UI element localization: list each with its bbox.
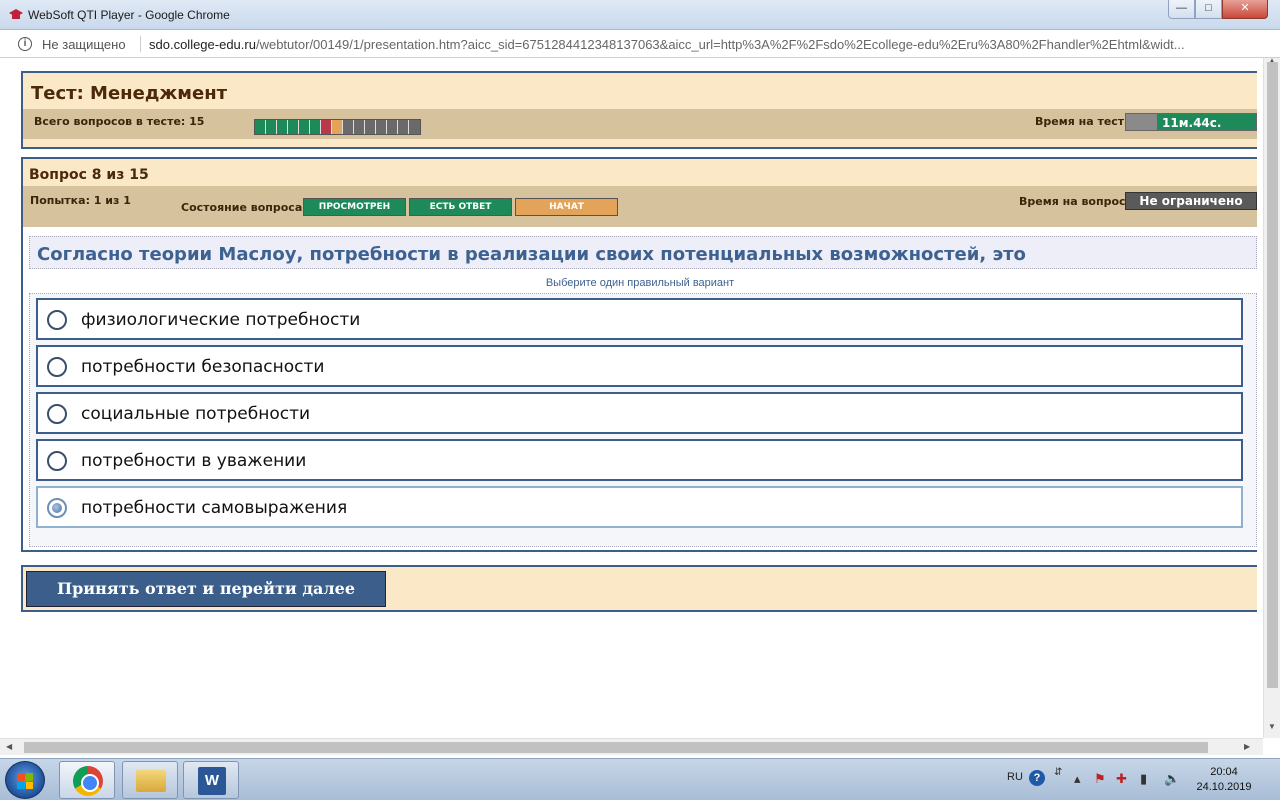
answer-hint: Выберите один правильный вариант bbox=[545, 277, 735, 289]
answer-option-1[interactable]: физиологические потребности bbox=[36, 298, 1243, 340]
answer-options: физиологические потребности потребности … bbox=[29, 293, 1257, 547]
scroll-down-icon[interactable]: ▼ bbox=[1268, 722, 1276, 731]
windows-logo-icon bbox=[17, 773, 33, 789]
window-titlebar[interactable]: WebSoft QTI Player - Google Chrome — □ ✕ bbox=[0, 0, 1280, 30]
signal-icon[interactable]: ▮ bbox=[1140, 771, 1147, 787]
url-path: /webtutor/00149/1/presentation.htm?aicc_… bbox=[255, 37, 1185, 52]
answer-option-3[interactable]: социальные потребности bbox=[36, 392, 1243, 434]
vertical-scroll-thumb[interactable] bbox=[1267, 62, 1278, 688]
taskbar-chrome[interactable] bbox=[59, 761, 115, 799]
close-button[interactable]: ✕ bbox=[1222, 0, 1268, 19]
progress-cell-10 bbox=[354, 120, 365, 134]
progress-cell-9 bbox=[343, 120, 354, 134]
test-header-panel: Тест: Менеджмент Всего вопросов в тесте:… bbox=[21, 71, 1257, 149]
radio-button[interactable] bbox=[47, 451, 67, 471]
security-status[interactable]: Не защищено bbox=[42, 37, 126, 52]
progress-cell-8 bbox=[332, 120, 343, 134]
start-button[interactable] bbox=[5, 761, 45, 799]
scroll-left-icon[interactable]: ◀ bbox=[6, 742, 12, 751]
answer-option-label: физиологические потребности bbox=[81, 310, 361, 330]
radio-button[interactable] bbox=[47, 404, 67, 424]
url-host: sdo.college-edu.ru bbox=[149, 37, 256, 52]
minimize-button[interactable]: — bbox=[1168, 0, 1195, 19]
volume-icon[interactable]: 🔈 bbox=[1164, 771, 1180, 787]
total-questions-label: Всего вопросов в тесте: 15 bbox=[34, 115, 205, 128]
horizontal-scroll-thumb[interactable] bbox=[24, 742, 1208, 753]
question-progress-map bbox=[254, 119, 421, 135]
progress-cell-2 bbox=[266, 120, 277, 134]
progress-cell-7 bbox=[321, 120, 332, 134]
attempt-label: Попытка: 1 из 1 bbox=[30, 194, 131, 207]
progress-cell-6 bbox=[310, 120, 321, 134]
scroll-right-icon[interactable]: ▶ bbox=[1244, 742, 1250, 751]
show-hidden-icons-icon[interactable]: ▴ bbox=[1074, 771, 1081, 787]
clock-date: 24.10.2019 bbox=[1196, 781, 1252, 793]
radio-button[interactable] bbox=[47, 310, 67, 330]
progress-cell-3 bbox=[277, 120, 288, 134]
answer-option-label: потребности безопасности bbox=[81, 357, 325, 377]
security-icon[interactable]: ✚ bbox=[1116, 771, 1127, 787]
tray-expand-icon[interactable]: ⇵ bbox=[1054, 767, 1062, 778]
test-title: Тест: Менеджмент bbox=[31, 83, 228, 104]
question-text: Согласно теории Маслоу, потребности в ре… bbox=[37, 244, 1026, 265]
progress-cell-4 bbox=[288, 120, 299, 134]
submit-answer-button[interactable]: Принять ответ и перейти далее bbox=[26, 571, 386, 607]
graduation-cap-icon bbox=[9, 9, 23, 19]
address-divider bbox=[140, 36, 141, 52]
test-time-label: Время на тест: bbox=[1035, 115, 1129, 128]
state-viewed-badge: ПРОСМОТРЕН bbox=[303, 198, 406, 216]
progress-cell-15 bbox=[409, 120, 420, 134]
question-header: Вопрос 8 из 15 bbox=[23, 159, 1257, 186]
chrome-icon bbox=[73, 766, 103, 796]
progress-cell-11 bbox=[365, 120, 376, 134]
network-warning-icon[interactable]: ⚑ bbox=[1094, 771, 1106, 787]
help-icon[interactable]: ? bbox=[1029, 770, 1045, 786]
answer-option-label: потребности самовыражения bbox=[81, 498, 348, 518]
test-timer: 11м.44с. bbox=[1125, 113, 1257, 131]
question-panel: Вопрос 8 из 15 Попытка: 1 из 1 Состояние… bbox=[21, 157, 1257, 552]
state-answered-badge: ЕСТЬ ОТВЕТ bbox=[409, 198, 512, 216]
answer-option-4[interactable]: потребности в уважении bbox=[36, 439, 1243, 481]
info-icon[interactable]: i bbox=[18, 37, 32, 51]
answer-option-5[interactable]: потребности самовыражения bbox=[36, 486, 1243, 528]
answer-option-label: потребности в уважении bbox=[81, 451, 307, 471]
progress-cell-5 bbox=[299, 120, 310, 134]
progress-cell-1 bbox=[255, 120, 266, 134]
progress-cell-12 bbox=[376, 120, 387, 134]
language-indicator[interactable]: RU bbox=[1007, 771, 1023, 783]
page-viewport: Тест: Менеджмент Всего вопросов в тесте:… bbox=[0, 56, 1280, 758]
state-started-badge: НАЧАТ bbox=[515, 198, 618, 216]
question-time-label: Время на вопрос: bbox=[1019, 195, 1130, 208]
question-state-label: Состояние вопроса: bbox=[181, 201, 307, 214]
submit-panel: Принять ответ и перейти далее bbox=[21, 565, 1257, 612]
radio-button-selected[interactable] bbox=[47, 498, 67, 518]
question-text-box: Согласно теории Маслоу, потребности в ре… bbox=[29, 236, 1257, 269]
clock[interactable]: 20:04 24.10.2019 bbox=[1196, 765, 1252, 795]
test-info-bar: Всего вопросов в тесте: 15 Время на тест… bbox=[23, 109, 1257, 139]
system-tray: RU ? ⇵ ▴ ⚑ ✚ ▮ 🔈 20:04 24.10.2019 bbox=[1000, 759, 1280, 801]
folder-icon bbox=[136, 770, 166, 792]
windows-taskbar: W RU ? ⇵ ▴ ⚑ ✚ ▮ 🔈 20:04 24.10.2019 bbox=[0, 758, 1280, 800]
question-info-bar: Попытка: 1 из 1 Состояние вопроса: ПРОСМ… bbox=[23, 186, 1257, 227]
taskbar-word[interactable]: W bbox=[183, 761, 239, 799]
radio-button[interactable] bbox=[47, 357, 67, 377]
url-field[interactable]: sdo.college-edu.ru/webtutor/00149/1/pres… bbox=[149, 37, 1259, 52]
maximize-button[interactable]: □ bbox=[1195, 0, 1222, 19]
horizontal-scrollbar[interactable]: ◀ ▶ bbox=[0, 738, 1263, 755]
test-timer-value: 11м.44с. bbox=[1162, 116, 1222, 130]
progress-cell-13 bbox=[387, 120, 398, 134]
window-title: WebSoft QTI Player - Google Chrome bbox=[28, 8, 230, 22]
progress-cell-14 bbox=[398, 120, 409, 134]
answer-option-2[interactable]: потребности безопасности bbox=[36, 345, 1243, 387]
address-bar[interactable]: i Не защищено sdo.college-edu.ru/webtuto… bbox=[0, 30, 1280, 58]
word-icon: W bbox=[198, 767, 226, 795]
answer-option-label: социальные потребности bbox=[81, 404, 311, 424]
window-controls: — □ ✕ bbox=[1168, 0, 1268, 20]
taskbar-explorer[interactable] bbox=[122, 761, 178, 799]
vertical-scrollbar[interactable]: ▲ ▼ bbox=[1263, 56, 1280, 738]
clock-time: 20:04 bbox=[1210, 766, 1238, 778]
question-time-value: Не ограничено bbox=[1125, 192, 1257, 210]
question-number: Вопрос 8 из 15 bbox=[29, 167, 149, 183]
